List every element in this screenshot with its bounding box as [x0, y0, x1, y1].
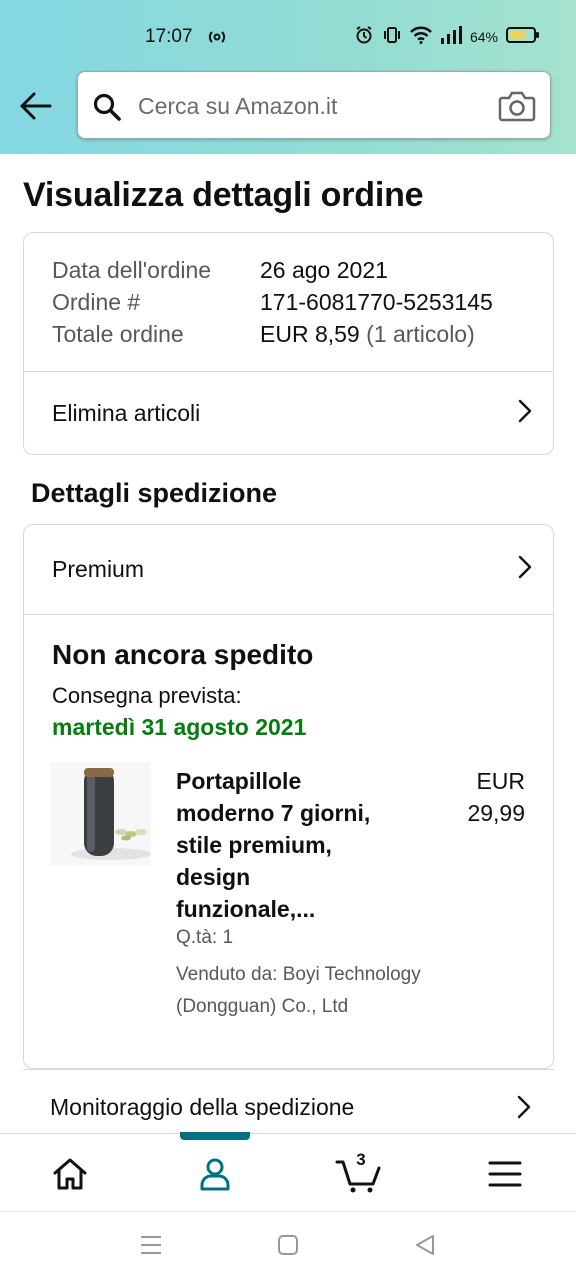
- product-title-line: funzionale,...: [176, 896, 316, 922]
- delete-items-row[interactable]: Elimina articoli: [24, 372, 553, 455]
- divider: [23, 1069, 554, 1070]
- product-title-line: stile premium,: [176, 832, 332, 858]
- account-icon[interactable]: [195, 1154, 235, 1194]
- product-title-line: moderno 7 giorni,: [176, 800, 371, 826]
- order-item-count: (1 articolo): [366, 321, 475, 347]
- battery-percent: 64%: [469, 29, 498, 45]
- order-number-label: Ordine #: [52, 289, 141, 315]
- delivery-label: Consegna prevista:: [52, 683, 242, 708]
- product-title-line: Portapillole: [176, 768, 302, 794]
- signal-icon: [440, 25, 462, 49]
- home-square-icon[interactable]: [277, 1234, 299, 1261]
- search-bar[interactable]: [77, 71, 551, 139]
- chevron-right-icon: [517, 554, 533, 585]
- delete-items-label: Elimina articoli: [52, 400, 201, 426]
- tracking-link[interactable]: Monitoraggio della spedizione: [50, 1094, 354, 1121]
- page-title: Visualizza dettagli ordine: [23, 176, 424, 214]
- hotspot-icon: [207, 28, 227, 51]
- wifi-icon: [410, 26, 432, 49]
- home-icon[interactable]: [50, 1154, 90, 1194]
- order-info: Data dell'ordine 26 ago 2021 Ordine # 17…: [52, 257, 493, 353]
- back-arrow-icon[interactable]: [18, 88, 54, 124]
- order-date-value: 26 ago 2021: [260, 257, 388, 283]
- order-number-row: Ordine # 171-6081770-5253145: [52, 289, 493, 321]
- battery-icon: [506, 26, 540, 49]
- shipping-card: Premium Non ancora spedito Consegna prev…: [23, 524, 554, 1069]
- order-summary-card: Data dell'ordine 26 ago 2021 Ordine # 17…: [23, 232, 554, 455]
- cart-count: 3: [356, 1150, 366, 1169]
- order-total-row: Totale ordine EUR 8,59 (1 articolo): [52, 321, 493, 353]
- vibrate-icon: [382, 25, 402, 50]
- product-quantity: Q.tà: 1: [176, 927, 234, 948]
- alarm-icon: [354, 25, 374, 50]
- app-header: 17:07 64%: [0, 0, 576, 154]
- cart-icon[interactable]: 3: [335, 1150, 381, 1194]
- camera-icon[interactable]: [498, 90, 536, 127]
- menu-icon[interactable]: [486, 1154, 526, 1194]
- product-title-line: design: [176, 864, 251, 890]
- active-tab-indicator: [180, 1132, 250, 1140]
- shipment-status: Non ancora spedito: [52, 639, 314, 670]
- price-currency: EUR: [476, 768, 525, 794]
- product-seller: Venduto da: Boyi Technology (Dongguan) C…: [176, 959, 476, 1023]
- product-image[interactable]: [51, 762, 151, 866]
- seller-line: Venduto da: Boyi Technology: [176, 964, 421, 985]
- price-value: 29,99: [467, 800, 525, 826]
- seller-line: (Dongguan) Co., Ltd: [176, 996, 349, 1017]
- shipping-section-title: Dettagli spedizione: [31, 478, 278, 508]
- chevron-right-icon[interactable]: [516, 1094, 532, 1125]
- divider: [24, 614, 553, 615]
- bottom-nav: 3: [0, 1132, 576, 1211]
- order-total-value: EUR 8,59 (1 articolo): [260, 321, 475, 353]
- back-triangle-icon[interactable]: [414, 1234, 436, 1261]
- order-total-amount: EUR 8,59: [260, 321, 360, 347]
- search-icon: [92, 92, 122, 127]
- order-date-row: Data dell'ordine 26 ago 2021: [52, 257, 493, 289]
- product-title[interactable]: Portapillole moderno 7 giorni, stile pre…: [176, 765, 426, 925]
- shipping-method-label: Premium: [52, 556, 145, 582]
- status-time: 17:07: [145, 26, 193, 47]
- delivery-date: martedì 31 agosto 2021: [52, 714, 307, 740]
- search-input[interactable]: [138, 86, 478, 126]
- product-price: EUR 29,99: [467, 765, 525, 829]
- shipping-method-row[interactable]: Premium: [24, 525, 553, 614]
- order-total-label: Totale ordine: [52, 321, 184, 347]
- recents-icon[interactable]: [140, 1234, 162, 1261]
- order-date-label: Data dell'ordine: [52, 257, 212, 283]
- chevron-right-icon: [517, 398, 533, 429]
- system-nav-bar: [0, 1211, 576, 1280]
- status-bar: 17:07 64%: [0, 0, 576, 72]
- order-number-value: 171-6081770-5253145: [260, 289, 493, 315]
- status-icons: 64%: [354, 24, 540, 50]
